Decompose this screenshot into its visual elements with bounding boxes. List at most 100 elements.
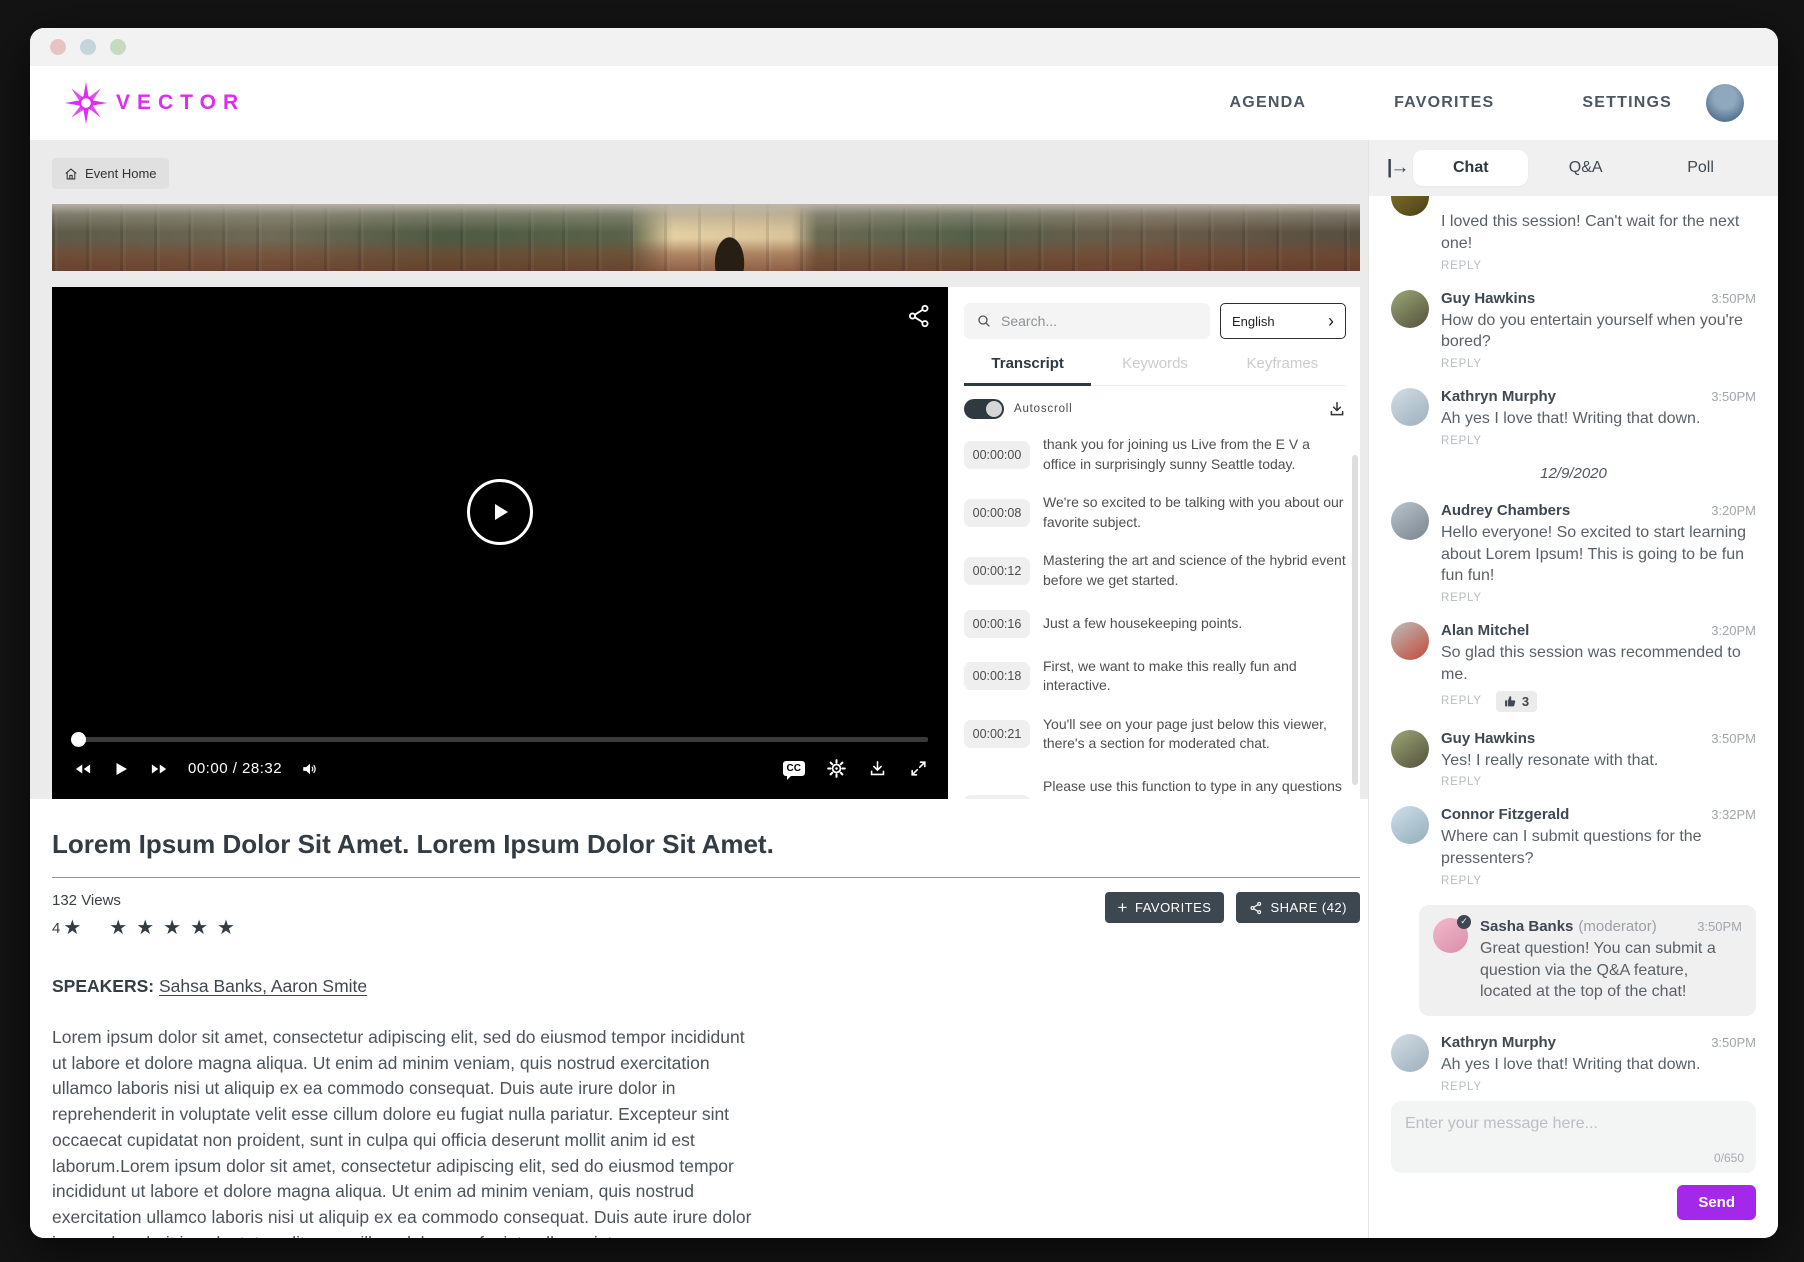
play-button[interactable]	[112, 760, 130, 778]
avatar	[1391, 196, 1429, 216]
chat-author: Audrey Chambers	[1441, 502, 1570, 519]
reply-button[interactable]: REPLY	[1441, 260, 1482, 272]
transcript-tab-keywords[interactable]: Keywords	[1091, 355, 1218, 385]
chat-timestamp: 3:20PM	[1711, 503, 1756, 518]
chat-timestamp: 3:50PM	[1711, 1035, 1756, 1050]
transcript-tab-transcript[interactable]: Transcript	[964, 355, 1091, 386]
collapse-sidebar-icon[interactable]: |→	[1387, 157, 1407, 179]
timestamp-pill[interactable]: 00:00:16	[964, 610, 1030, 638]
transcript-download-icon[interactable]	[1328, 400, 1346, 418]
chat-tab-qanda[interactable]: Q&A	[1528, 150, 1643, 186]
transcript-entry[interactable]: 00:00:16Just a few housekeeping points.	[964, 610, 1346, 638]
timestamp-pill[interactable]: 00:00:12	[964, 557, 1030, 585]
star-icon[interactable]: ★	[217, 918, 235, 938]
like-badge[interactable]: 3	[1496, 691, 1537, 712]
progress-bar[interactable]	[72, 737, 928, 742]
language-selector[interactable]: English ›	[1220, 303, 1346, 339]
captions-button[interactable]: CC	[783, 761, 805, 776]
transcript-entry[interactable]: Please use this function to type in any …	[964, 773, 1346, 799]
message-input[interactable]	[1391, 1101, 1756, 1173]
vector-starburst-icon	[64, 81, 108, 125]
reply-button[interactable]: REPLY	[1441, 1081, 1482, 1093]
transcript-text: You'll see on your page just below this …	[1043, 715, 1346, 754]
chat-message: Audrey Chambers3:20PMHello everyone! So …	[1391, 502, 1756, 604]
star-icon[interactable]: ★	[190, 918, 208, 938]
transcript-entry[interactable]: 00:00:18 First, we want to make this real…	[964, 657, 1346, 696]
close-button[interactable]	[50, 39, 66, 55]
fullscreen-icon[interactable]	[909, 759, 928, 778]
transcript-search[interactable]	[964, 303, 1210, 339]
event-banner-image	[52, 204, 1360, 271]
nav-agenda[interactable]: AGENDA	[1230, 94, 1307, 112]
chat-message-text: Ah yes I love that! Writing that down.	[1441, 1054, 1756, 1076]
chat-message: Guy Hawkins3:50PMHow do you entertain yo…	[1391, 290, 1756, 371]
minimize-button[interactable]	[80, 39, 96, 55]
transcript-scrollbar[interactable]	[1352, 455, 1358, 785]
progress-knob[interactable]	[71, 732, 86, 747]
transcript-tabs: TranscriptKeywordsKeyframes	[964, 355, 1346, 386]
video-player[interactable]: 00:00 / 28:32 CC	[52, 287, 948, 799]
star-icon[interactable]: ★	[109, 918, 127, 938]
reply-button[interactable]: REPLY	[1441, 776, 1482, 788]
rewind-button[interactable]	[72, 760, 94, 778]
thumbs-up-icon	[1504, 695, 1517, 708]
chat-timestamp: 3:32PM	[1711, 807, 1756, 822]
transcript-tab-keyframes[interactable]: Keyframes	[1219, 355, 1346, 385]
reply-button[interactable]: REPLY	[1441, 592, 1482, 604]
share-button[interactable]: SHARE (42)	[1236, 892, 1360, 923]
transcript-entry[interactable]: 00:00:08We're so excited to be talking w…	[964, 493, 1346, 532]
brand-name: VECTOR	[116, 91, 245, 115]
home-icon	[64, 167, 78, 181]
chat-message: ✓Sasha Banks(moderator)3:50PMGreat quest…	[1433, 918, 1742, 1003]
rating-value: 4	[52, 920, 60, 937]
chat-timestamp: 3:50PM	[1697, 919, 1742, 934]
timestamp-pill[interactable]: 00:00:18	[964, 662, 1030, 690]
chat-author: Alan Mitchel	[1441, 622, 1529, 639]
star-icon[interactable]: ★	[136, 918, 154, 938]
chat-tab-poll[interactable]: Poll	[1643, 150, 1758, 186]
reply-button[interactable]: REPLY	[1441, 875, 1482, 887]
avatar	[1391, 502, 1429, 540]
transcript-text: First, we want to make this really fun a…	[1043, 657, 1346, 696]
brand-logo[interactable]: VECTOR	[64, 81, 245, 125]
chat-message: Connor Fitzgerald3:32PMWhere can I submi…	[1391, 806, 1756, 887]
volume-icon[interactable]	[300, 760, 320, 778]
timestamp-pill[interactable]: 00:00:00	[964, 441, 1030, 469]
avatar: ✓	[1433, 918, 1468, 953]
avatar	[1391, 388, 1429, 426]
content-column: Event Home	[30, 140, 1368, 1238]
rating-stars[interactable]: ★ ★ ★ ★ ★	[109, 918, 235, 938]
video-share-icon[interactable]	[906, 303, 932, 329]
user-avatar[interactable]	[1706, 84, 1744, 122]
timestamp-pill[interactable]	[964, 795, 1030, 799]
reply-button[interactable]: REPLY	[1441, 695, 1482, 707]
settings-gear-icon[interactable]	[827, 759, 846, 778]
timestamp-pill[interactable]: 00:00:21	[964, 720, 1030, 748]
event-home-button[interactable]: Event Home	[52, 158, 169, 189]
maximize-button[interactable]	[110, 39, 126, 55]
chat-timestamp: 3:50PM	[1711, 731, 1756, 746]
download-icon[interactable]	[868, 759, 887, 778]
message-input-box[interactable]: 0/650	[1391, 1101, 1756, 1173]
reply-button[interactable]: REPLY	[1441, 358, 1482, 370]
speakers-links[interactable]: Sahsa Banks, Aaron Smite	[159, 976, 367, 996]
nav-settings[interactable]: SETTINGS	[1582, 94, 1672, 112]
star-icon[interactable]: ★	[163, 918, 181, 938]
avatar	[1391, 622, 1429, 660]
nav-favorites[interactable]: FAVORITES	[1394, 94, 1494, 112]
reply-button[interactable]: REPLY	[1441, 435, 1482, 447]
chat-author: Guy Hawkins	[1441, 730, 1535, 747]
play-button-overlay[interactable]	[467, 479, 533, 545]
send-button[interactable]: Send	[1677, 1185, 1756, 1220]
favorites-button[interactable]: + FAVORITES	[1105, 892, 1225, 923]
transcript-entry[interactable]: 00:00:00thank you for joining us Live fr…	[964, 435, 1346, 474]
fast-forward-button[interactable]	[148, 760, 170, 778]
transcript-entry[interactable]: 00:00:12Mastering the art and science of…	[964, 551, 1346, 590]
search-input[interactable]	[1001, 313, 1198, 329]
autoscroll-toggle[interactable]	[964, 399, 1004, 419]
main-nav: AGENDA FAVORITES SETTINGS	[1230, 94, 1672, 112]
rating-row: 4 ★ ★ ★ ★ ★ ★	[52, 918, 235, 938]
timestamp-pill[interactable]: 00:00:08	[964, 499, 1030, 527]
transcript-entry[interactable]: 00:00:21 You'll see on your page just bel…	[964, 715, 1346, 754]
chat-tab-chat[interactable]: Chat	[1413, 150, 1528, 186]
